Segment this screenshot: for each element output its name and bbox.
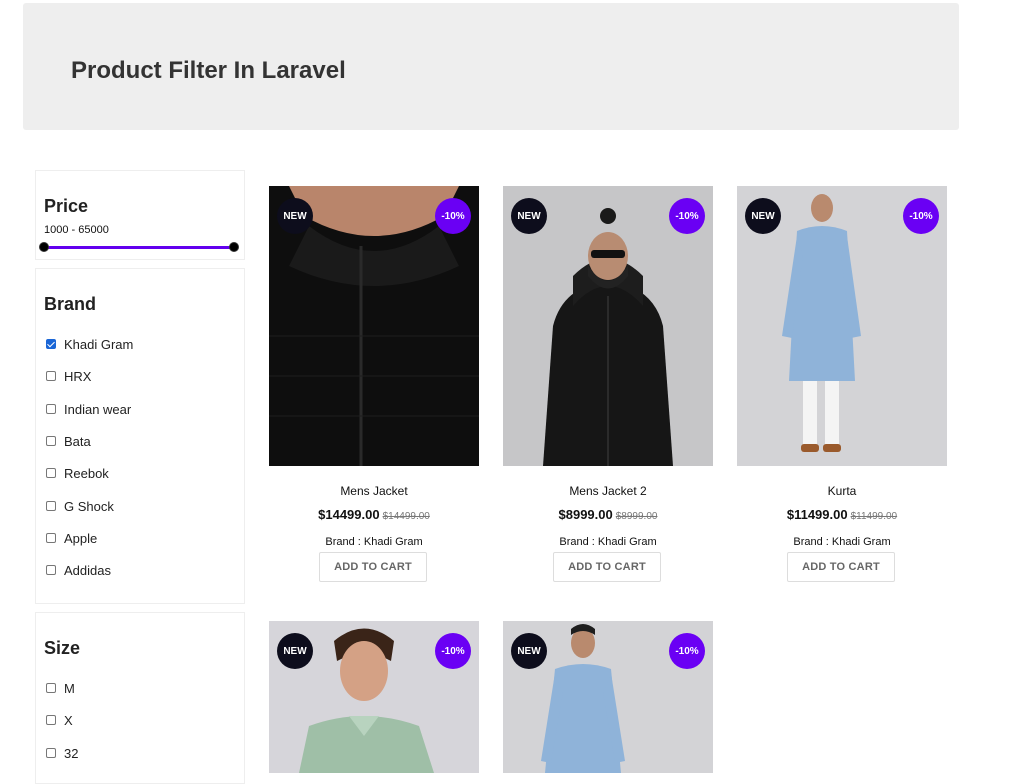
size-option-label: 32: [64, 745, 79, 761]
product-price: $8999.00: [558, 507, 613, 522]
brand-filter-panel: Brand Khadi Gram HRX Indian wear Bata Re…: [35, 268, 245, 604]
product-image[interactable]: NEW -10%: [269, 621, 479, 773]
brand-option-label: HRX: [64, 368, 92, 384]
discount-badge: -10%: [435, 198, 471, 234]
brand-option-apple[interactable]: Apple: [46, 530, 97, 546]
brand-option-label: Khadi Gram: [64, 336, 134, 352]
product-price: $14499.00: [318, 507, 380, 522]
new-badge: NEW: [277, 633, 313, 669]
size-filter-title: Size: [44, 638, 81, 658]
product-card: NEW -10% Mens Jacket $14499.00 $14499.00 …: [269, 186, 479, 596]
product-old-price: $11499.00: [850, 511, 898, 522]
product-name[interactable]: Kurta: [737, 484, 947, 498]
brand-option-bata[interactable]: Bata: [46, 433, 91, 449]
product-image[interactable]: NEW -10%: [269, 186, 479, 466]
add-to-cart-button[interactable]: ADD TO CART: [553, 552, 661, 582]
price-filter-title: Price: [44, 196, 89, 216]
brand-option-label: Bata: [64, 433, 91, 449]
brand-checkbox-bata[interactable]: [46, 436, 56, 446]
brand-option-label: Addidas: [64, 562, 111, 578]
add-to-cart-button[interactable]: ADD TO CART: [319, 552, 427, 582]
product-image[interactable]: NEW -10%: [737, 186, 947, 466]
discount-badge: -10%: [435, 633, 471, 669]
brand-option-label: Reebok: [64, 465, 109, 481]
size-option-label: M: [64, 680, 75, 696]
discount-badge: -10%: [903, 198, 939, 234]
brand-option-label: G Shock: [64, 498, 114, 514]
brand-checkbox-indian-wear[interactable]: [46, 404, 56, 414]
price-slider-track[interactable]: [43, 246, 233, 249]
new-badge: NEW: [511, 633, 547, 669]
product-card: NEW -10%: [503, 621, 713, 773]
price-slider-min-handle[interactable]: [39, 242, 49, 252]
product-brand: Brand : Khadi Gram: [325, 536, 423, 548]
size-checkbox-32[interactable]: [46, 748, 56, 758]
size-option-32[interactable]: 32: [46, 745, 78, 761]
product-prices: $11499.00 $11499.00: [737, 506, 947, 524]
product-price: $11499.00: [786, 507, 848, 522]
size-filter-panel: Size M X 32: [35, 612, 245, 784]
brand-checkbox-apple[interactable]: [46, 533, 56, 543]
brand-checkbox-g-shock[interactable]: [46, 501, 56, 511]
brand-option-label: Apple: [64, 530, 98, 546]
price-range-text: 1000 - 65000: [44, 224, 109, 236]
product-old-price: $8999.00: [615, 511, 658, 522]
size-checkbox-x[interactable]: [46, 715, 56, 725]
brand-option-reebok[interactable]: Reebok: [46, 465, 109, 481]
size-option-m[interactable]: M: [46, 680, 75, 696]
product-brand: Brand : Khadi Gram: [559, 536, 657, 548]
product-old-price: $14499.00: [382, 511, 430, 522]
product-name[interactable]: Mens Jacket 2: [503, 484, 713, 498]
new-badge: NEW: [511, 198, 547, 234]
price-slider-max-handle[interactable]: [229, 242, 239, 252]
page-title: Product Filter In Laravel: [71, 57, 346, 84]
product-brand: Brand : Khadi Gram: [793, 536, 891, 548]
new-badge: NEW: [277, 198, 313, 234]
product-prices: $14499.00 $14499.00: [269, 506, 479, 524]
brand-option-hrx[interactable]: HRX: [46, 368, 91, 384]
new-badge: NEW: [745, 198, 781, 234]
brand-option-g-shock[interactable]: G Shock: [46, 498, 114, 514]
size-option-label: X: [64, 712, 73, 728]
product-image[interactable]: NEW -10%: [503, 621, 713, 773]
product-name[interactable]: Mens Jacket: [269, 484, 479, 498]
add-to-cart-button[interactable]: ADD TO CART: [787, 552, 895, 582]
product-card: NEW -10% Kurta $11499.00 $11499.00 Brand …: [737, 186, 947, 596]
page-header: Product Filter In Laravel: [23, 3, 959, 130]
brand-option-addidas[interactable]: Addidas: [46, 562, 111, 578]
brand-checkbox-hrx[interactable]: [46, 371, 56, 381]
brand-checkbox-khadi-gram[interactable]: [46, 339, 56, 349]
brand-option-khadi-gram[interactable]: Khadi Gram: [46, 336, 133, 352]
size-option-x[interactable]: X: [46, 712, 73, 728]
brand-checkbox-reebok[interactable]: [46, 468, 56, 478]
price-filter-panel: Price 1000 - 65000: [35, 170, 245, 260]
product-card: NEW -10%: [269, 621, 479, 773]
brand-filter-title: Brand: [44, 294, 97, 314]
brand-option-indian-wear[interactable]: Indian wear: [46, 401, 131, 417]
discount-badge: -10%: [669, 198, 705, 234]
product-card: NEW -10% Mens Jacket 2 $8999.00 $8999.00 …: [503, 186, 713, 596]
brand-option-label: Indian wear: [64, 401, 132, 417]
product-image[interactable]: NEW -10%: [503, 186, 713, 466]
discount-badge: -10%: [669, 633, 705, 669]
brand-checkbox-addidas[interactable]: [46, 565, 56, 575]
size-checkbox-m[interactable]: [46, 683, 56, 693]
product-prices: $8999.00 $8999.00: [503, 506, 713, 524]
